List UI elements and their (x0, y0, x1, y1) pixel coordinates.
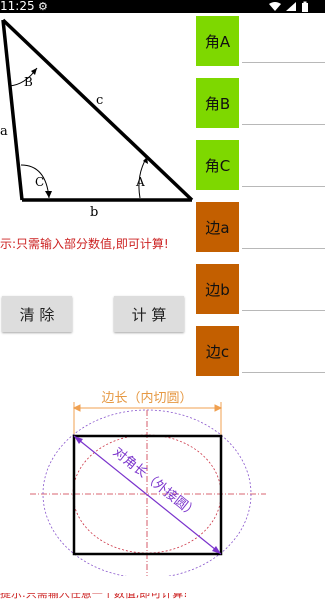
side-a-field-label: 边a (196, 202, 239, 252)
settings-gear-icon: ⚙ (38, 0, 48, 13)
clear-button[interactable]: 清 除 (2, 296, 72, 332)
side-c-input[interactable] (242, 350, 325, 373)
angle-b-label: B (24, 75, 33, 89)
triangle-diagram: a b c B C A (0, 18, 194, 220)
angle-a-input[interactable] (242, 40, 325, 63)
angle-a-field-label: 角A (196, 16, 239, 66)
angle-c-label: C (35, 175, 44, 189)
status-time: 11:25 (0, 0, 35, 13)
side-a-line (1, 19, 24, 201)
bottom-hint-text: 提示:只需输入任意一个数值,即可计算! (0, 588, 188, 599)
signal-icon (286, 2, 296, 11)
side-b-field-label: 边b (196, 264, 239, 314)
angle-c-input[interactable] (242, 164, 325, 187)
side-length-label: 边长（内切圆） (101, 390, 192, 406)
side-b-input[interactable] (242, 288, 325, 311)
hint-text: 示:只需输入部分数值,即可计算! (0, 237, 169, 251)
side-c-label: c (96, 93, 103, 108)
side-a-input[interactable] (242, 226, 325, 249)
side-c-line (1, 18, 194, 202)
side-a-label: a (0, 124, 8, 139)
status-icons (269, 1, 319, 12)
side-c-field-label: 边c (196, 326, 239, 376)
diagonal-label: 对角长（外接圆） (110, 444, 201, 522)
battery-icon (302, 1, 308, 12)
side-b-label: b (90, 205, 98, 220)
side-length-dimension (72, 402, 223, 436)
calculate-button[interactable]: 计 算 (114, 296, 184, 332)
square-diagram: 边长（内切圆） 对角长（外接圆） (30, 390, 266, 576)
angle-b-field-label: 角B (196, 78, 239, 128)
wifi-icon (269, 2, 281, 11)
angle-c-field-label: 角C (196, 140, 239, 190)
angle-c-arrow (45, 191, 52, 198)
diagonal-line (73, 435, 222, 555)
status-bar: 11:25 ⚙ (0, 0, 325, 13)
angle-b-input[interactable] (242, 102, 325, 125)
angle-a-label: A (135, 175, 145, 189)
